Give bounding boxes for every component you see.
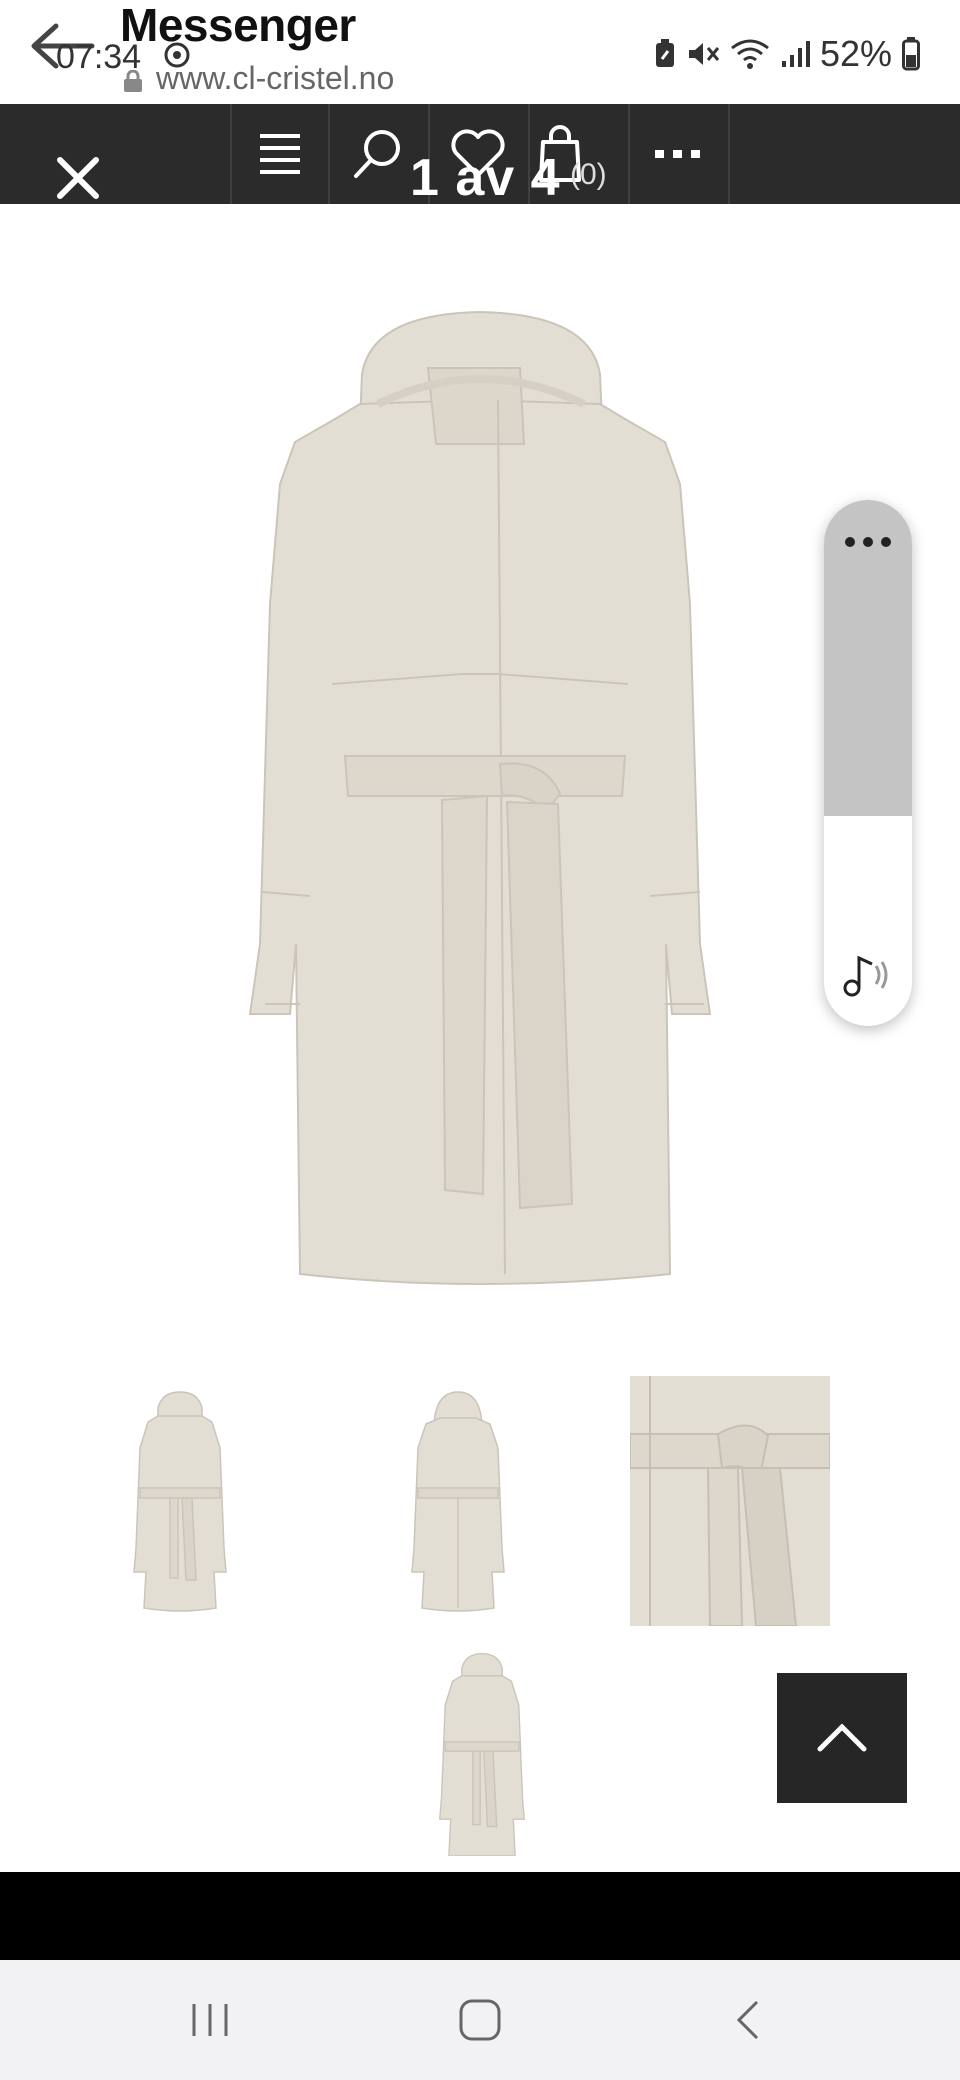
- bottom-black-band: [0, 1872, 960, 1960]
- battery-level: 52%: [819, 33, 892, 74]
- recent-apps-icon: [192, 2004, 228, 2036]
- cart-count: (0): [570, 158, 607, 191]
- search-icon: [354, 130, 400, 178]
- wifi-icon: [731, 39, 769, 69]
- battery-icon: [902, 37, 920, 71]
- home-icon: [459, 1999, 501, 2041]
- more-dots-icon[interactable]: [844, 536, 892, 548]
- signal-icon: [781, 41, 810, 67]
- product-main-image[interactable]: [0, 204, 960, 1324]
- more-button[interactable]: [630, 104, 726, 204]
- status-icons: 52%: [654, 33, 920, 74]
- system-back-button[interactable]: [708, 1990, 788, 2050]
- recent-apps-button[interactable]: [170, 1990, 250, 2050]
- mute-icon: [688, 43, 720, 65]
- thumbnail-front[interactable]: [118, 1388, 242, 1612]
- chevron-up-icon: [817, 1723, 867, 1752]
- lock-icon: [124, 70, 142, 92]
- more-dots-icon: [655, 150, 700, 158]
- menu-icon: [260, 134, 300, 174]
- page-url[interactable]: www.cl-cristel.no: [156, 60, 394, 97]
- menu-button[interactable]: [232, 104, 328, 204]
- home-button[interactable]: [440, 1990, 520, 2050]
- scroll-to-top-button[interactable]: [777, 1673, 907, 1803]
- thumbnail-belt-detail[interactable]: [630, 1376, 830, 1626]
- chevron-left-icon: [736, 2000, 759, 2040]
- battery-saver-icon: [655, 39, 674, 67]
- close-icon[interactable]: [50, 150, 106, 206]
- music-icon[interactable]: [842, 952, 896, 998]
- app-title: Messenger: [120, 0, 356, 51]
- nav-divider: [728, 104, 730, 204]
- thumbnail-back[interactable]: [396, 1388, 520, 1612]
- thumbnail-front-alt[interactable]: [424, 1650, 540, 1856]
- floating-media-panel[interactable]: [824, 500, 912, 1026]
